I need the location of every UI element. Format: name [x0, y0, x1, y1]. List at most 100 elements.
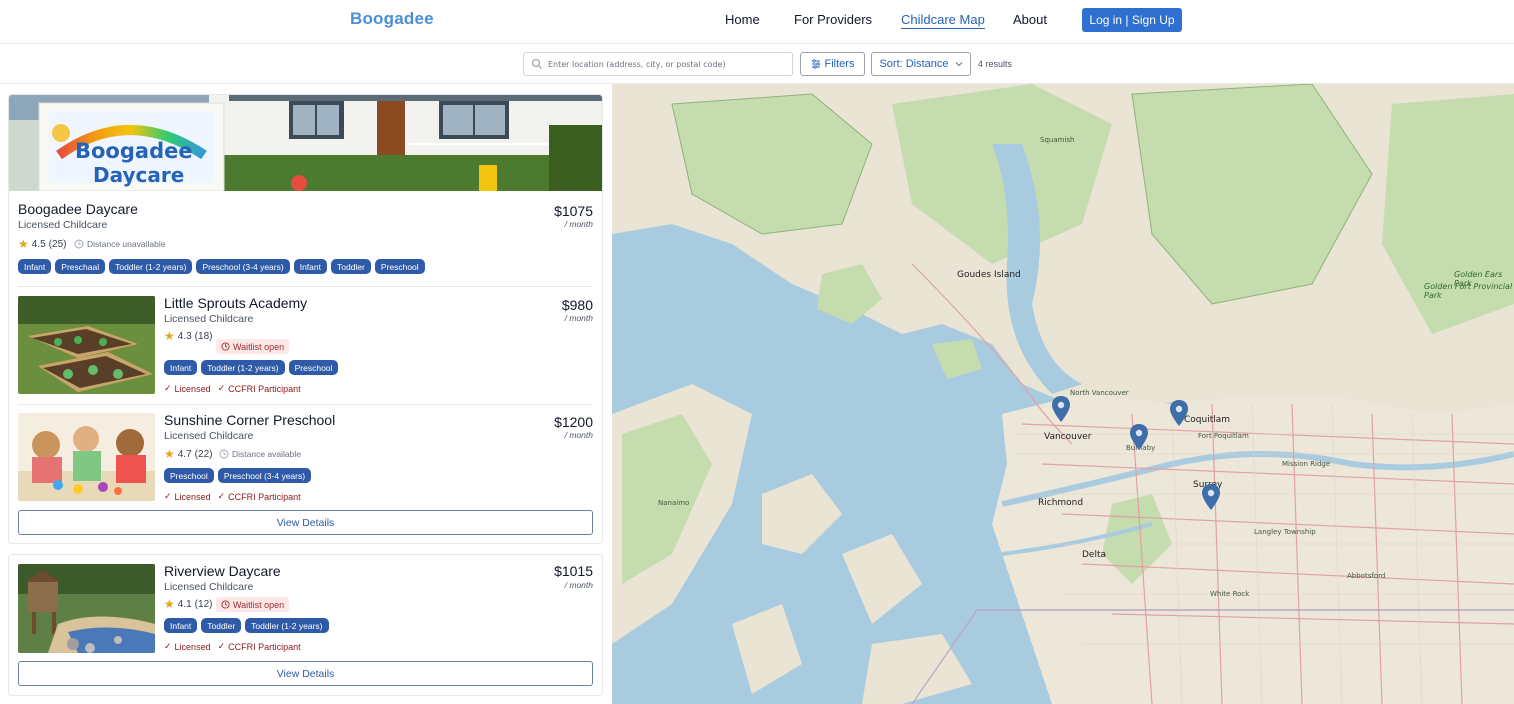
check-icon: ✓ — [217, 491, 226, 501]
login-signup-button[interactable]: Log in | Sign Up — [1082, 8, 1182, 32]
listing-thumbnail[interactable] — [18, 296, 155, 394]
map-canvas[interactable] — [612, 84, 1514, 704]
map-pin-icon[interactable] — [1202, 484, 1220, 510]
age-chip[interactable]: Toddler (1-2 years) — [109, 259, 193, 274]
map-label: Coquitlam — [1184, 415, 1231, 425]
star-icon: ★ — [164, 329, 175, 343]
check-item: ✓ CCFRI Participant — [218, 491, 301, 502]
distance-text: Distance available — [232, 449, 301, 459]
review-count: (18) — [194, 330, 213, 342]
filters-button[interactable]: Filters — [800, 52, 865, 76]
map-pin-icon[interactable] — [1052, 396, 1070, 422]
nav-about[interactable]: About — [1013, 12, 1047, 27]
waitlist-text: Waitlist open — [233, 341, 285, 352]
nav-childcare-map[interactable]: Childcare Map — [901, 12, 985, 29]
view-details-button[interactable]: View Details — [18, 661, 593, 686]
age-chip[interactable]: Toddler — [330, 259, 371, 274]
map-label: Abbotsford — [1347, 572, 1386, 580]
hero-image[interactable]: Boogadee Daycare — [9, 95, 602, 191]
map-label: Delta — [1082, 550, 1107, 560]
waitlist-text: Waitlist open — [233, 599, 285, 610]
review-count: (12) — [194, 598, 213, 610]
map-label: Goudes Island — [957, 270, 1021, 280]
sliders-icon — [811, 59, 820, 69]
map-label: Richmond — [1038, 498, 1084, 508]
divider — [18, 404, 593, 405]
price-period: / month — [564, 430, 593, 440]
age-chip[interactable]: Preschaal — [55, 259, 106, 274]
map-label: Vancouver — [1044, 432, 1092, 442]
review-count: (22) — [194, 448, 213, 460]
price-period: / month — [564, 219, 593, 229]
nav-for-providers[interactable]: For Providers — [794, 12, 872, 27]
check-icon: ✓ — [217, 641, 226, 651]
age-chip[interactable]: Preschool — [164, 468, 214, 483]
check-item: ✓ CCFRI Participant — [218, 641, 301, 652]
compliance-checks: ✓ Licensed ✓ CCFRI Participant — [164, 383, 301, 394]
distance-text: Distance unavailable — [87, 239, 166, 249]
logo[interactable]: Boogadee — [350, 9, 434, 29]
listing-price: $1075 — [554, 203, 593, 219]
check-item: ✓ Licensed — [164, 491, 211, 502]
check-icon: ✓ — [164, 641, 172, 651]
clock-icon — [219, 449, 229, 459]
listing-title[interactable]: Little Sprouts Academy — [164, 295, 307, 311]
search-box[interactable] — [523, 52, 793, 76]
map-pin-icon[interactable] — [1130, 424, 1148, 450]
check-item: ✓ Licensed — [164, 641, 211, 652]
listing-price: $1015 — [554, 563, 593, 579]
listing-thumbnail[interactable] — [18, 413, 155, 501]
age-chip[interactable]: Toddler — [201, 618, 242, 633]
listing-type: Licensed Childcare — [164, 313, 254, 325]
childcare-map[interactable]: Squamish Golden Ears Park Golden Fort Pr… — [612, 84, 1514, 704]
age-chip[interactable]: Infant — [18, 259, 52, 274]
check-label: Licensed — [174, 491, 211, 502]
location-search-input[interactable] — [548, 55, 788, 73]
check-label: Licensed — [174, 641, 211, 652]
age-chip[interactable]: Toddler (1-2 years) — [245, 618, 329, 633]
map-label: Squamish — [1040, 136, 1075, 144]
age-group-chips: Infant Toddler (1-2 years) Preschool — [164, 360, 339, 375]
check-label: Licensed — [174, 383, 211, 394]
rating: ★ 4.7 (22) — [164, 448, 212, 460]
age-chip[interactable]: Infant — [293, 259, 327, 274]
clock-icon — [74, 239, 84, 249]
age-chip[interactable]: Infant — [164, 360, 198, 375]
age-chip[interactable]: Preschool — [288, 360, 339, 375]
listing-title[interactable]: Boogadee Daycare — [18, 201, 138, 217]
listing-type: Licensed Childcare — [164, 581, 254, 593]
age-chip[interactable]: Preschool (3-4 years) — [196, 259, 290, 274]
nav-home[interactable]: Home — [725, 12, 760, 27]
rating-value: 4.1 — [177, 598, 192, 610]
age-chip[interactable]: Infant — [164, 618, 198, 633]
search-toolbar: Filters Sort: Distance 4 results — [0, 44, 1514, 84]
star-icon: ★ — [164, 597, 175, 611]
listing-thumbnail[interactable] — [18, 564, 155, 653]
compliance-checks: ✓ Licensed ✓ CCFRI Participant — [164, 491, 301, 502]
age-chip[interactable]: Preschool (3-4 years) — [217, 468, 312, 483]
listing-price: $1200 — [554, 414, 593, 430]
map-pin-icon[interactable] — [1170, 400, 1188, 426]
listing-title[interactable]: Riverview Daycare — [164, 563, 281, 579]
listing-type: Licensed Childcare — [18, 219, 108, 231]
sort-dropdown[interactable]: Sort: Distance — [871, 52, 971, 76]
map-label: Golden Fort Provincial Park — [1424, 282, 1513, 300]
star-icon: ★ — [18, 237, 29, 251]
results-count: 4 results — [978, 59, 1013, 69]
view-details-button[interactable]: View Details — [18, 510, 593, 535]
price-period: / month — [564, 313, 593, 323]
waitlist-badge: Waitlist open — [216, 339, 290, 354]
map-label: North Vancouver — [1070, 389, 1129, 397]
map-label: Langley Township — [1254, 528, 1316, 536]
rating: ★ 4.1 (12) — [164, 598, 212, 610]
listing-title[interactable]: Sunshine Corner Preschool — [164, 412, 335, 428]
age-chip[interactable]: Toddler (1-2 years) — [201, 360, 285, 375]
age-chip[interactable]: Preschool — [374, 259, 425, 274]
age-group-chips: Preschool Preschool (3-4 years) — [164, 468, 312, 483]
listing-price: $980 — [561, 297, 593, 313]
check-item: ✓ CCFRI Participant — [218, 383, 301, 394]
hero-sign-line-1: Boogadee — [75, 139, 193, 163]
clock-icon — [221, 600, 230, 609]
rating: ★ 4.3 (18) — [164, 330, 212, 342]
listing-card: Riverview Daycare Licensed Childcare $10… — [8, 554, 603, 696]
